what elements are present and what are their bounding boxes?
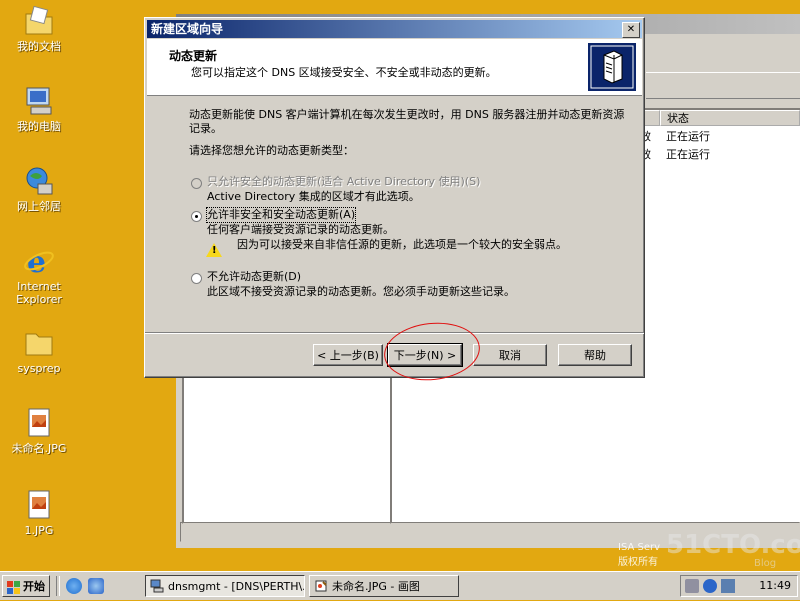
wizard-titlebar[interactable]: 新建区域向导 ✕ [147,20,642,38]
option-no-dynamic-updates-description: 此区域不接受资源记录的动态更新。您必须手动更新这些记录。 [207,285,515,298]
watermark: ISA Serv 版权所有 51CTO.com Blog [618,530,800,569]
folder-documents-icon [22,4,56,38]
start-label: 开始 [23,580,45,593]
watermark-blog: Blog [754,558,777,569]
option-secure-only-description: Active Directory 集成的区域才有此选项。 [207,190,420,203]
folder-icon [22,326,56,360]
option-no-dynamic-updates-label[interactable]: 不允许动态更新(D) [207,270,301,284]
radio-secure-only[interactable] [191,178,202,189]
option-nonsecure-and-secure-label[interactable]: 允许非安全和安全动态更新(A) [205,207,357,223]
column-header-label: 状态 [667,112,689,125]
task-label: 未命名.JPG - 画图 [332,580,420,593]
paint-icon [314,579,328,593]
taskbar-button-paint[interactable]: 未命名.JPG - 画图 [309,575,459,597]
network-globe-icon [22,164,56,198]
radio-nonsecure-and-secure[interactable] [191,211,202,222]
column-header-status[interactable]: 状态 [660,110,800,126]
taskbar-separator [56,576,60,596]
desktop-icon-label: 1.JPG [24,524,54,537]
watermark-line1: ISA Serv [618,542,661,553]
taskbar-button-dnsmgmt[interactable]: dnsmgmt - [DNS\PERTH\... [145,575,305,597]
tray-help-icon[interactable] [703,579,717,593]
system-tray: 11:49 [680,575,798,597]
svg-text:e: e [27,245,46,278]
wizard-page-title: 动态更新 [169,49,218,63]
radio-no-dynamic-updates[interactable] [191,273,202,284]
desktop-icon-label: 我的电脑 [17,120,61,133]
desktop-icon-label: Internet Explorer [16,280,62,306]
warning-text: 因为可以接受来自非信任源的更新，此选项是一个较大的安全弱点。 [237,238,567,251]
desktop-icon-label: sysprep [17,362,61,375]
dns-console-menubar[interactable] [646,50,800,73]
internet-explorer-icon: e [22,244,56,280]
dns-console-toolbar[interactable] [646,74,800,99]
watermark-brand: 51CTO.com [666,530,800,560]
back-button[interactable]: < 上一步(B) [313,344,383,366]
wizard-title: 新建区域向导 [151,22,224,36]
dns-console-icon [150,579,164,593]
tray-display-icon[interactable] [721,579,735,593]
new-zone-wizard-dialog: 新建区域向导 ✕ 动态更新 您可以指定这个 DNS 区域接受安全、不安全或非动态… [144,17,645,378]
desktop-icon-untitled-jpg[interactable]: 未命名.JPG [0,406,78,455]
quicklaunch-explorer-icon[interactable] [88,578,104,594]
warning-exclamation: ! [212,245,217,256]
watermark-line2: 版权所有 [618,557,658,568]
row-status[interactable]: 正在运行 [666,146,710,162]
desktop-icon-label: 我的文档 [17,40,61,53]
task-label: dnsmgmt - [DNS\PERTH\... [168,580,305,593]
cancel-button[interactable]: 取消 [473,344,547,366]
image-file-icon [22,488,56,522]
button-separator [145,332,644,334]
desktop-icon-my-computer[interactable]: 我的电脑 [0,84,78,133]
desktop-icon-network[interactable]: 网上邻居 [0,164,78,213]
help-button[interactable]: 帮助 [558,344,632,366]
option-nonsecure-and-secure-description: 任何客户端接受资源记录的动态更新。 [207,223,394,236]
desktop-icon-label: 未命名.JPG [11,442,67,455]
clock[interactable]: 11:49 [759,576,791,596]
wizard-header: 动态更新 您可以指定这个 DNS 区域接受安全、不安全或非动态的更新。 [147,39,642,96]
desktop-icon-sysprep[interactable]: sysprep [0,326,78,375]
tray-network-icon[interactable] [685,579,699,593]
close-icon: ✕ [626,24,636,35]
description-text: 动态更新能使 DNS 客户端计算机在每次发生更改时，用 DNS 服务器注册并动态… [189,108,625,135]
close-button[interactable]: ✕ [622,22,640,38]
quicklaunch-ie-icon[interactable] [66,578,82,594]
desktop-icon-label: 网上邻居 [17,200,61,213]
image-file-icon [22,406,56,440]
option-secure-only-label[interactable]: 只允许安全的动态更新(适合 Active Directory 使用)(S) [207,175,480,189]
row-status[interactable]: 正在运行 [666,128,710,144]
desktop-icon-internet-explorer[interactable]: e Internet Explorer [0,244,78,306]
wizard-page-subtitle: 您可以指定这个 DNS 区域接受安全、不安全或非动态的更新。 [191,66,497,79]
desktop-icon-my-documents[interactable]: 我的文档 [0,4,78,53]
server-icon [588,43,636,91]
computer-icon [22,84,56,118]
windows-logo-icon [7,580,20,594]
taskbar: 开始 dnsmgmt - [DNS\PERTH\... 未命名.JPG - 画图… [0,571,800,600]
prompt-text: 请选择您想允许的动态更新类型： [189,144,354,157]
wizard-body: 动态更新能使 DNS 客户端计算机在每次发生更改时，用 DNS 服务器注册并动态… [145,96,644,336]
start-button[interactable]: 开始 [2,575,50,597]
desktop-icon-1-jpg[interactable]: 1.JPG [0,488,78,537]
